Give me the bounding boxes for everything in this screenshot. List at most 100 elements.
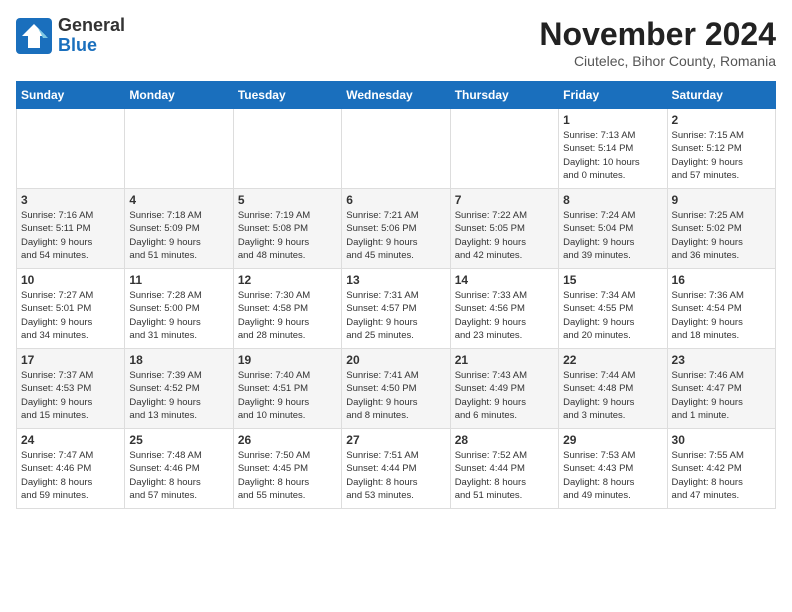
logo-text: General Blue <box>58 16 125 56</box>
day-info: Sunrise: 7:52 AM Sunset: 4:44 PM Dayligh… <box>455 449 554 502</box>
day-info: Sunrise: 7:15 AM Sunset: 5:12 PM Dayligh… <box>672 129 771 182</box>
day-info: Sunrise: 7:44 AM Sunset: 4:48 PM Dayligh… <box>563 369 662 422</box>
day-info: Sunrise: 7:53 AM Sunset: 4:43 PM Dayligh… <box>563 449 662 502</box>
calendar-cell <box>450 109 558 189</box>
weekday-header: Friday <box>559 82 667 109</box>
day-number: 19 <box>238 353 337 367</box>
day-number: 12 <box>238 273 337 287</box>
calendar-cell: 30Sunrise: 7:55 AM Sunset: 4:42 PM Dayli… <box>667 429 775 509</box>
calendar-cell: 10Sunrise: 7:27 AM Sunset: 5:01 PM Dayli… <box>17 269 125 349</box>
day-number: 26 <box>238 433 337 447</box>
calendar-cell: 4Sunrise: 7:18 AM Sunset: 5:09 PM Daylig… <box>125 189 233 269</box>
calendar-cell: 29 Sunrise: 7:53 AM Sunset: 4:43 PM Dayli… <box>559 429 667 509</box>
day-info: Sunrise: 7:37 AM Sunset: 4:53 PM Dayligh… <box>21 369 120 422</box>
weekday-header: Sunday <box>17 82 125 109</box>
calendar-cell: 16Sunrise: 7:36 AM Sunset: 4:54 PM Dayli… <box>667 269 775 349</box>
logo: General Blue <box>16 16 125 56</box>
calendar-cell: 24 Sunrise: 7:47 AM Sunset: 4:46 PM Dayli… <box>17 429 125 509</box>
calendar-cell: 28 Sunrise: 7:52 AM Sunset: 4:44 PM Dayli… <box>450 429 558 509</box>
day-info: Sunrise: 7:46 AM Sunset: 4:47 PM Dayligh… <box>672 369 771 422</box>
logo-icon <box>16 18 52 54</box>
day-info: Sunrise: 7:25 AM Sunset: 5:02 PM Dayligh… <box>672 209 771 262</box>
day-info: Sunrise: 7:30 AM Sunset: 4:58 PM Dayligh… <box>238 289 337 342</box>
weekday-header: Thursday <box>450 82 558 109</box>
calendar-cell: 9 Sunrise: 7:25 AM Sunset: 5:02 PM Daylig… <box>667 189 775 269</box>
day-info: Sunrise: 7:16 AM Sunset: 5:11 PM Dayligh… <box>21 209 120 262</box>
day-number: 21 <box>455 353 554 367</box>
weekday-header: Wednesday <box>342 82 450 109</box>
day-info: Sunrise: 7:34 AM Sunset: 4:55 PM Dayligh… <box>563 289 662 342</box>
day-info: Sunrise: 7:19 AM Sunset: 5:08 PM Dayligh… <box>238 209 337 262</box>
day-info: Sunrise: 7:50 AM Sunset: 4:45 PM Dayligh… <box>238 449 337 502</box>
day-info: Sunrise: 7:43 AM Sunset: 4:49 PM Dayligh… <box>455 369 554 422</box>
day-info: Sunrise: 7:21 AM Sunset: 5:06 PM Dayligh… <box>346 209 445 262</box>
weekday-header: Monday <box>125 82 233 109</box>
calendar-cell <box>17 109 125 189</box>
day-number: 17 <box>21 353 120 367</box>
day-info: Sunrise: 7:47 AM Sunset: 4:46 PM Dayligh… <box>21 449 120 502</box>
calendar-week-row: 3Sunrise: 7:16 AM Sunset: 5:11 PM Daylig… <box>17 189 776 269</box>
calendar-table: SundayMondayTuesdayWednesdayThursdayFrid… <box>16 81 776 509</box>
calendar-subtitle: Ciutelec, Bihor County, Romania <box>539 53 776 69</box>
day-number: 20 <box>346 353 445 367</box>
day-info: Sunrise: 7:33 AM Sunset: 4:56 PM Dayligh… <box>455 289 554 342</box>
day-number: 8 <box>563 193 662 207</box>
calendar-cell: 3Sunrise: 7:16 AM Sunset: 5:11 PM Daylig… <box>17 189 125 269</box>
calendar-cell: 15 Sunrise: 7:34 AM Sunset: 4:55 PM Dayli… <box>559 269 667 349</box>
day-number: 15 <box>563 273 662 287</box>
calendar-cell: 26 Sunrise: 7:50 AM Sunset: 4:45 PM Dayli… <box>233 429 341 509</box>
day-info: Sunrise: 7:13 AM Sunset: 5:14 PM Dayligh… <box>563 129 662 182</box>
calendar-cell: 17 Sunrise: 7:37 AM Sunset: 4:53 PM Dayli… <box>17 349 125 429</box>
day-number: 1 <box>563 113 662 127</box>
day-info: Sunrise: 7:40 AM Sunset: 4:51 PM Dayligh… <box>238 369 337 422</box>
day-number: 22 <box>563 353 662 367</box>
calendar-cell: 7 Sunrise: 7:22 AM Sunset: 5:05 PM Daylig… <box>450 189 558 269</box>
calendar-cell: 8Sunrise: 7:24 AM Sunset: 5:04 PM Daylig… <box>559 189 667 269</box>
day-number: 11 <box>129 273 228 287</box>
page-header: General Blue November 2024 Ciutelec, Bih… <box>16 16 776 69</box>
day-info: Sunrise: 7:39 AM Sunset: 4:52 PM Dayligh… <box>129 369 228 422</box>
day-number: 18 <box>129 353 228 367</box>
day-number: 29 <box>563 433 662 447</box>
day-number: 27 <box>346 433 445 447</box>
day-number: 2 <box>672 113 771 127</box>
day-info: Sunrise: 7:31 AM Sunset: 4:57 PM Dayligh… <box>346 289 445 342</box>
calendar-cell: 23 Sunrise: 7:46 AM Sunset: 4:47 PM Dayli… <box>667 349 775 429</box>
weekday-header: Tuesday <box>233 82 341 109</box>
day-info: Sunrise: 7:27 AM Sunset: 5:01 PM Dayligh… <box>21 289 120 342</box>
calendar-cell: 11Sunrise: 7:28 AM Sunset: 5:00 PM Dayli… <box>125 269 233 349</box>
title-block: November 2024 Ciutelec, Bihor County, Ro… <box>539 16 776 69</box>
day-number: 9 <box>672 193 771 207</box>
day-number: 7 <box>455 193 554 207</box>
calendar-cell: 22 Sunrise: 7:44 AM Sunset: 4:48 PM Dayli… <box>559 349 667 429</box>
calendar-cell: 5 Sunrise: 7:19 AM Sunset: 5:08 PM Daylig… <box>233 189 341 269</box>
calendar-cell <box>125 109 233 189</box>
day-number: 4 <box>129 193 228 207</box>
day-number: 25 <box>129 433 228 447</box>
calendar-week-row: 1 Sunrise: 7:13 AM Sunset: 5:14 PM Daylig… <box>17 109 776 189</box>
weekday-header: Saturday <box>667 82 775 109</box>
day-info: Sunrise: 7:51 AM Sunset: 4:44 PM Dayligh… <box>346 449 445 502</box>
day-number: 5 <box>238 193 337 207</box>
calendar-cell: 1 Sunrise: 7:13 AM Sunset: 5:14 PM Daylig… <box>559 109 667 189</box>
day-info: Sunrise: 7:22 AM Sunset: 5:05 PM Dayligh… <box>455 209 554 262</box>
calendar-cell: 27 Sunrise: 7:51 AM Sunset: 4:44 PM Dayli… <box>342 429 450 509</box>
calendar-cell: 6Sunrise: 7:21 AM Sunset: 5:06 PM Daylig… <box>342 189 450 269</box>
day-number: 28 <box>455 433 554 447</box>
day-number: 23 <box>672 353 771 367</box>
calendar-cell: 14 Sunrise: 7:33 AM Sunset: 4:56 PM Dayli… <box>450 269 558 349</box>
day-number: 14 <box>455 273 554 287</box>
calendar-week-row: 10Sunrise: 7:27 AM Sunset: 5:01 PM Dayli… <box>17 269 776 349</box>
day-number: 24 <box>21 433 120 447</box>
calendar-cell: 12 Sunrise: 7:30 AM Sunset: 4:58 PM Dayli… <box>233 269 341 349</box>
calendar-cell: 18 Sunrise: 7:39 AM Sunset: 4:52 PM Dayli… <box>125 349 233 429</box>
day-info: Sunrise: 7:48 AM Sunset: 4:46 PM Dayligh… <box>129 449 228 502</box>
day-number: 13 <box>346 273 445 287</box>
day-info: Sunrise: 7:41 AM Sunset: 4:50 PM Dayligh… <box>346 369 445 422</box>
calendar-cell: 20 Sunrise: 7:41 AM Sunset: 4:50 PM Dayli… <box>342 349 450 429</box>
calendar-cell: 19 Sunrise: 7:40 AM Sunset: 4:51 PM Dayli… <box>233 349 341 429</box>
calendar-cell: 13 Sunrise: 7:31 AM Sunset: 4:57 PM Dayli… <box>342 269 450 349</box>
calendar-cell <box>342 109 450 189</box>
calendar-week-row: 17 Sunrise: 7:37 AM Sunset: 4:53 PM Dayli… <box>17 349 776 429</box>
calendar-cell: 25 Sunrise: 7:48 AM Sunset: 4:46 PM Dayli… <box>125 429 233 509</box>
